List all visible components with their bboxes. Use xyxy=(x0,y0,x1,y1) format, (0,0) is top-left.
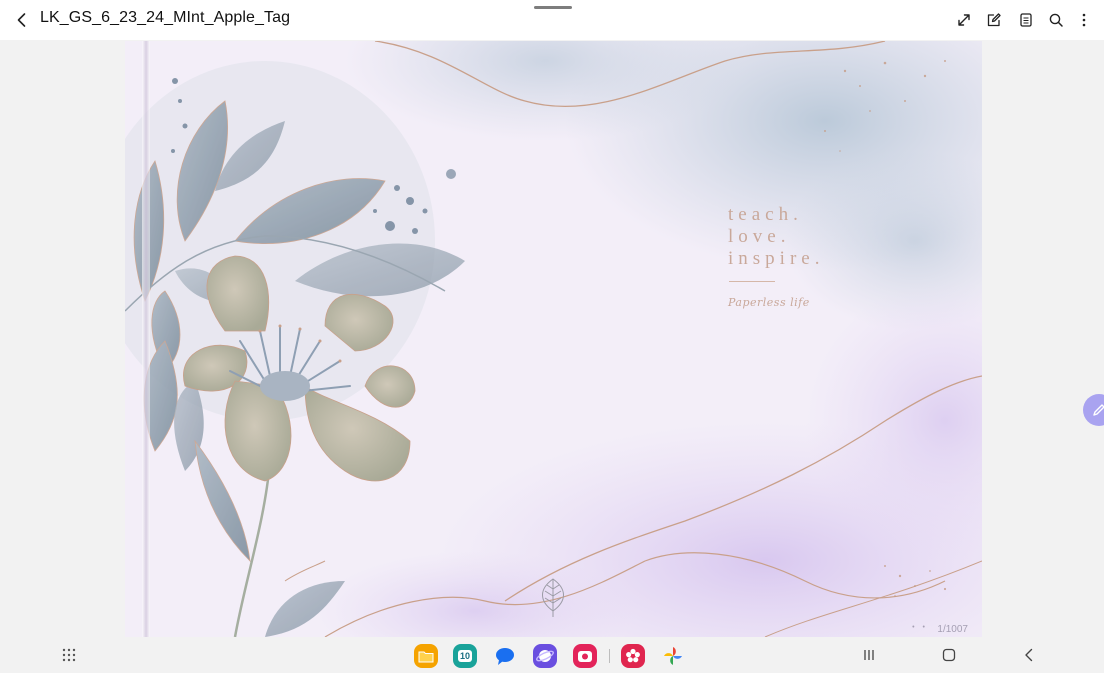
edit-icon xyxy=(987,13,1001,27)
calendar-day: 10 xyxy=(457,650,472,662)
tagline-line-1: teach. xyxy=(728,204,803,225)
back-button[interactable] xyxy=(10,8,34,32)
more-options-button[interactable] xyxy=(1072,8,1096,32)
pen-icon xyxy=(1093,404,1104,416)
back-icon xyxy=(17,13,26,27)
page-dots: • • xyxy=(912,624,928,631)
taskbar: 10 xyxy=(0,637,1104,673)
edit-button[interactable] xyxy=(982,8,1006,32)
expand-icon xyxy=(958,14,970,26)
expand-button[interactable] xyxy=(952,8,976,32)
home-icon xyxy=(942,648,956,662)
camera-icon xyxy=(578,651,592,662)
recent-apps-button[interactable] xyxy=(857,643,881,667)
calendar-app[interactable]: 10 xyxy=(453,644,477,668)
more-icon xyxy=(1082,13,1086,27)
my-files-app[interactable] xyxy=(414,644,438,668)
planet-icon xyxy=(536,650,554,662)
tagline-line-3: inspire. xyxy=(728,248,825,269)
apps-grid-icon xyxy=(62,648,76,662)
document-page[interactable]: teach. love. inspire. Paperless life • •… xyxy=(125,41,982,637)
chat-icon xyxy=(496,648,514,665)
apps-grid-button[interactable] xyxy=(57,643,81,667)
search-button[interactable] xyxy=(1044,8,1068,32)
nav-back-button[interactable] xyxy=(1017,643,1041,667)
page-artwork xyxy=(125,41,982,637)
tagline-divider xyxy=(729,281,775,282)
internet-app[interactable] xyxy=(533,644,557,668)
page-view-button[interactable] xyxy=(1014,8,1038,32)
messages-app[interactable] xyxy=(493,644,517,668)
tagline: teach. love. inspire. xyxy=(728,204,824,270)
gallery-app[interactable] xyxy=(621,644,645,668)
flower-icon xyxy=(626,648,640,663)
search-icon xyxy=(1049,13,1063,27)
page-view-icon xyxy=(1020,13,1032,27)
photos-app[interactable] xyxy=(661,644,685,668)
folder-icon xyxy=(418,651,434,663)
page-counter: 1/1007 xyxy=(937,624,968,635)
pen-floating-button[interactable] xyxy=(1083,394,1104,426)
dock-separator xyxy=(609,649,610,663)
script-caption: Paperless life xyxy=(728,296,810,309)
screen-recorder-app[interactable] xyxy=(573,644,597,668)
top-app-bar: LK_GS_6_23_24_MInt_Apple_Tag xyxy=(0,0,1104,40)
home-button[interactable] xyxy=(937,643,961,667)
tagline-line-2: love. xyxy=(728,226,791,247)
back-nav-icon xyxy=(1025,648,1033,662)
document-title: LK_GS_6_23_24_MInt_Apple_Tag xyxy=(40,9,291,26)
page-spine xyxy=(142,41,150,637)
pinwheel-icon xyxy=(664,647,682,665)
recents-icon xyxy=(864,650,874,660)
drag-handle[interactable] xyxy=(534,6,572,9)
